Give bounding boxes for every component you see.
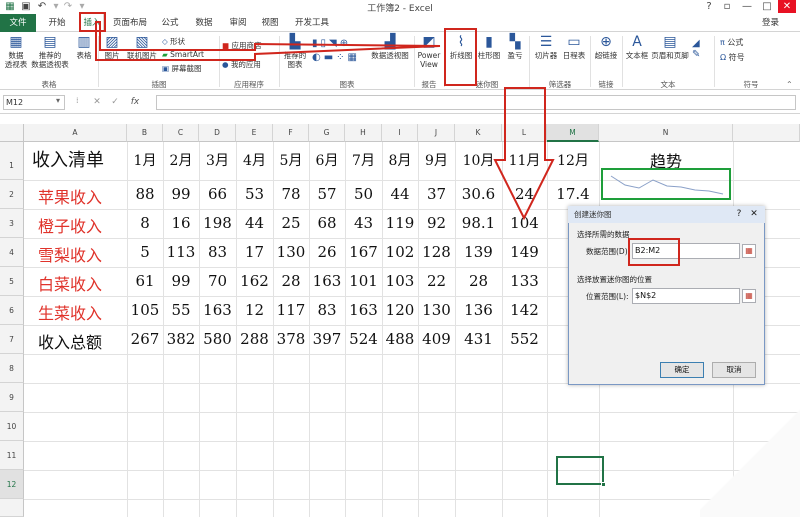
annotation-arrows bbox=[95, 21, 555, 221]
excel-window: ▦ ▣ ↶ ▾ ↷ ▾ 工作簿2 - Excel ? ▫ — □ ✕ 文件 开始… bbox=[0, 0, 800, 517]
arrow-to-dialog bbox=[493, 87, 555, 221]
arrow-to-line-button bbox=[95, 21, 441, 61]
